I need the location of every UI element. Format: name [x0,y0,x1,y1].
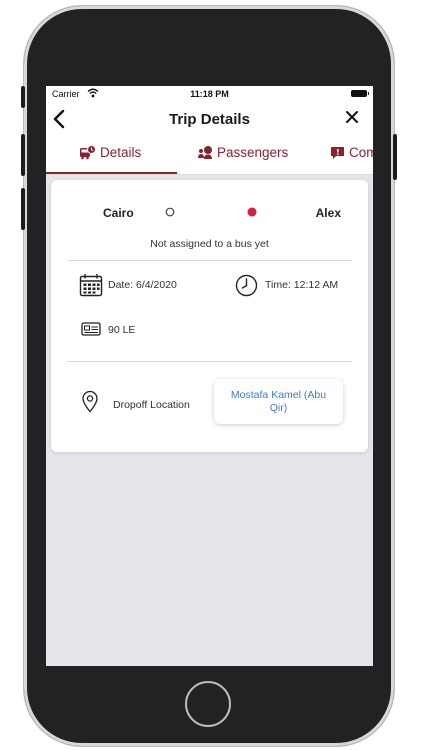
bus-clock-icon [80,145,96,160]
trip-price: 90 LE [108,324,136,336]
navigation-bar: Trip Details [46,102,373,136]
tab-comments[interactable]: Com [330,145,373,160]
power-button [393,134,397,180]
status-bar: Carrier 11:18 PM [46,86,373,102]
trip-date: Date: 6/4/2020 [108,279,177,291]
tab-comments-label: Com [349,145,373,160]
active-tab-indicator [46,172,177,174]
close-icon [346,111,358,123]
app-screen: Carrier 11:18 PM Trip Details Details Pa… [46,86,373,666]
trip-details-card: Cairo Alex Not assigned to a bus yet Dat… [51,180,368,452]
home-button[interactable] [185,681,231,727]
divider [67,361,352,362]
passengers-icon [198,146,212,159]
ticket-icon [81,322,101,336]
route-destination: Alex [315,206,341,220]
route-origin: Cairo [103,206,134,220]
clock-icon [235,274,258,297]
mute-switch [21,86,25,108]
tab-details[interactable]: Details [79,145,141,160]
volume-up-button [21,134,25,176]
tab-passengers-label: Passengers [217,145,289,160]
dropoff-location-value: Mostafa Kamel (Abu Qir) [230,388,327,414]
status-time: 11:18 PM [190,89,229,99]
battery-icon [351,90,369,97]
location-pin-icon [82,390,98,413]
divider [67,260,352,261]
trip-time: Time: 12:12 AM [265,279,339,291]
bus-assignment-status: Not assigned to a bus yet [150,238,269,250]
close-button[interactable] [345,110,359,129]
tab-passengers[interactable]: Passengers [197,145,288,160]
page-title: Trip Details [169,111,250,128]
dropoff-location-button[interactable]: Mostafa Kamel (Abu Qir) [214,379,343,424]
dropoff-label: Dropoff Location [113,399,190,411]
tab-bar: Details Passengers Com [46,136,373,175]
route-line [165,207,257,217]
comment-icon [331,146,344,159]
calendar-icon [79,274,103,297]
tab-details-label: Details [100,145,142,160]
volume-down-button [21,188,25,230]
